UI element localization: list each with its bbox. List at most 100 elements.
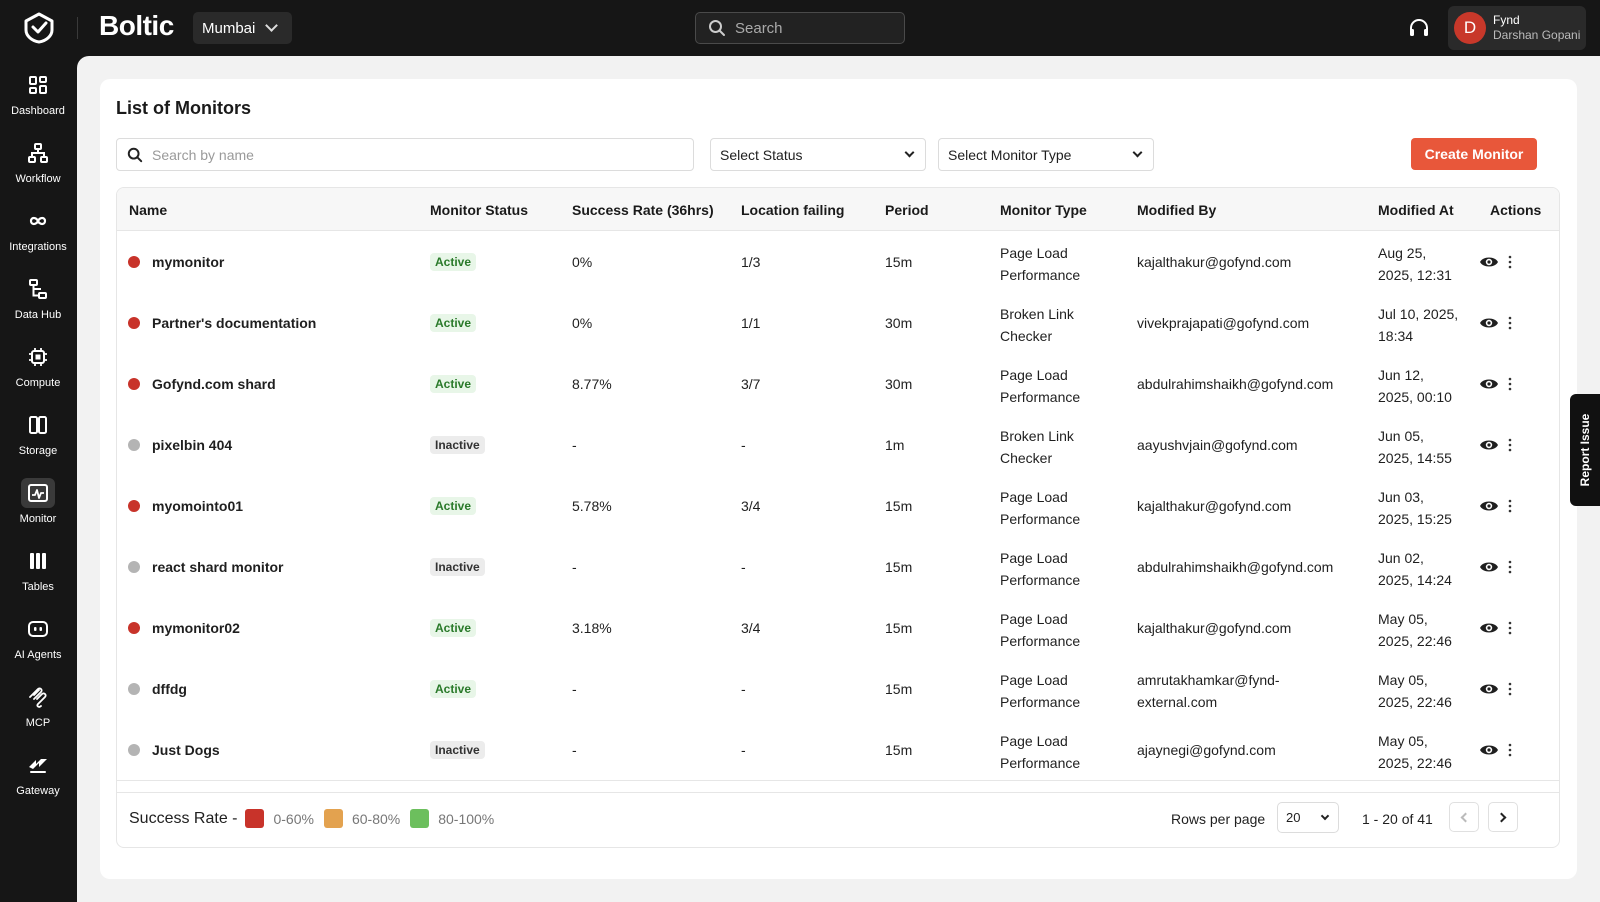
table-row[interactable]: Just Dogs Inactive - - 15m Page Load Performan… (117, 719, 1559, 781)
more-options-icon[interactable] (1507, 253, 1513, 271)
previous-page-button[interactable] (1449, 802, 1479, 832)
table-row[interactable]: mymonitor02 Active 3.18% 3/4 15m Page Load Per… (117, 597, 1559, 659)
sidebar-item-storage[interactable]: Storage (0, 410, 76, 472)
sidebar-item-integrations[interactable]: Integrations (0, 206, 76, 268)
name-search-input[interactable] (152, 146, 672, 163)
modified-by-line2: external.com (1137, 694, 1218, 710)
column-header[interactable]: Monitor Type (1000, 202, 1087, 218)
column-header[interactable]: Modified By (1137, 202, 1216, 218)
user-menu[interactable]: D Fynd Darshan Gopani (1448, 6, 1586, 50)
view-icon[interactable] (1479, 619, 1499, 637)
compute-icon (29, 348, 47, 366)
table-row[interactable]: myomointo01 Active 5.78% 3/4 15m Page Load Per… (117, 475, 1559, 537)
modified-at: Jun 12, 2025, 00:10 (1378, 364, 1452, 408)
column-header[interactable]: Location failing (741, 202, 844, 218)
sidebar-item-ai-agents[interactable]: AI Agents (0, 614, 76, 676)
modified-at-line2: 2025, 00:10 (1378, 389, 1452, 405)
modified-by: kajalthakur@gofynd.com (1137, 498, 1292, 514)
sidebar-item-dashboard[interactable]: Dashboard (0, 70, 76, 132)
monitor-type-select[interactable]: Select Monitor Type (938, 138, 1154, 171)
monitors-table: Name Monitor Status Success Rate (36hrs)… (116, 187, 1560, 848)
sidebar-item-workflow[interactable]: Workflow (0, 138, 76, 200)
view-icon[interactable] (1479, 314, 1499, 332)
create-monitor-button[interactable]: Create Monitor (1411, 138, 1537, 170)
report-issue-tab[interactable]: Report Issue (1570, 394, 1600, 506)
monitor-type-line1: Page Load (1000, 489, 1068, 505)
boltic-logo-icon[interactable] (23, 12, 55, 44)
more-options-icon[interactable] (1507, 558, 1513, 576)
monitor-name[interactable]: mymonitor (152, 254, 224, 270)
column-header[interactable]: Modified At (1378, 202, 1454, 218)
location-failing: 3/4 (741, 498, 761, 514)
sidebar-item-gateway[interactable]: Gateway (0, 750, 76, 812)
more-options-icon[interactable] (1507, 680, 1513, 698)
view-icon[interactable] (1479, 253, 1499, 271)
status-select[interactable]: Select Status (710, 138, 926, 171)
column-header[interactable]: Monitor Status (430, 202, 528, 218)
sidebar-item-tables[interactable]: Tables (0, 546, 76, 608)
sidebar-item-compute[interactable]: Compute (0, 342, 76, 404)
monitor-name[interactable]: myomointo01 (152, 498, 243, 514)
table-row[interactable]: mymonitor Active 0% 1/3 15m Page Load Performa… (117, 231, 1559, 293)
more-options-icon[interactable] (1507, 436, 1513, 454)
monitor-name[interactable]: mymonitor02 (152, 620, 240, 636)
table-row[interactable]: Partner's documentation Active 0% 1/1 30m Bro… (117, 292, 1559, 354)
sidebar-item-mcp[interactable]: MCP (0, 682, 76, 744)
more-options-icon[interactable] (1507, 375, 1513, 393)
table-row[interactable]: react shard monitor Inactive - - 15m Page Loa… (117, 536, 1559, 598)
success-rate: - (572, 742, 577, 758)
view-icon[interactable] (1479, 375, 1499, 393)
success-rate: - (572, 681, 577, 697)
success-rate: 8.77% (572, 376, 612, 392)
status-badge: Inactive (430, 436, 485, 454)
more-options-icon[interactable] (1507, 314, 1513, 332)
monitor-name[interactable]: Partner's documentation (152, 315, 316, 331)
region-label: Mumbai (202, 19, 256, 37)
headset-icon[interactable] (1407, 16, 1431, 40)
region-select[interactable]: Mumbai (193, 12, 292, 44)
monitor-name[interactable]: Gofynd.com shard (152, 376, 276, 392)
modified-at: Jun 02, 2025, 14:24 (1378, 547, 1452, 591)
sidebar-label: Monitor (19, 513, 57, 525)
sidebar-item-monitor[interactable]: Monitor (0, 478, 76, 540)
success-rate: 5.78% (572, 498, 612, 514)
view-icon[interactable] (1479, 497, 1499, 515)
view-icon[interactable] (1479, 436, 1499, 454)
table-row[interactable]: pixelbin 404 Inactive - - 1m Broken Link Check… (117, 414, 1559, 476)
rows-per-page-select[interactable]: 20 (1277, 802, 1339, 833)
success-rate: - (572, 559, 577, 575)
more-options-icon[interactable] (1507, 497, 1513, 515)
column-header[interactable]: Period (885, 202, 929, 218)
monitor-type: Page Load Performance (1000, 730, 1080, 774)
location-failing: 3/7 (741, 376, 761, 392)
monitor-type-line2: Performance (1000, 694, 1081, 710)
legend-range-mid: 60-80% (351, 810, 401, 827)
modified-at: Aug 25, 2025, 12:31 (1378, 242, 1452, 286)
status-select-label: Select Status (720, 146, 803, 163)
monitor-name[interactable]: Just Dogs (152, 742, 220, 758)
table-row[interactable]: Gofynd.com shard Active 8.77% 3/7 30m Page Lo… (117, 353, 1559, 415)
monitor-name[interactable]: dffdg (152, 681, 187, 697)
name-search[interactable] (116, 138, 694, 171)
view-icon[interactable] (1479, 741, 1499, 759)
more-options-icon[interactable] (1507, 619, 1513, 637)
sidebar-label: Data Hub (14, 309, 62, 321)
gateway-icon (29, 759, 47, 773)
sidebar-label: MCP (25, 717, 51, 729)
more-options-icon[interactable] (1507, 741, 1513, 759)
period: 15m (885, 681, 913, 697)
next-page-button[interactable] (1488, 802, 1518, 832)
status-badge: Inactive (430, 741, 485, 759)
monitor-type-select-label: Select Monitor Type (948, 146, 1072, 163)
table-row[interactable]: dffdg Active - - 15m Page Load Performance amru… (117, 658, 1559, 720)
monitor-name[interactable]: pixelbin 404 (152, 437, 232, 453)
sidebar-item-data-hub[interactable]: Data Hub (0, 274, 76, 336)
monitor-name[interactable]: react shard monitor (152, 559, 283, 575)
view-icon[interactable] (1479, 680, 1499, 698)
period: 15m (885, 620, 913, 636)
modified-by: kajalthakur@gofynd.com (1137, 254, 1292, 270)
column-header[interactable]: Name (129, 202, 167, 218)
column-header[interactable]: Success Rate (36hrs) (572, 202, 714, 218)
view-icon[interactable] (1479, 558, 1499, 576)
global-search[interactable]: Search (695, 12, 905, 44)
